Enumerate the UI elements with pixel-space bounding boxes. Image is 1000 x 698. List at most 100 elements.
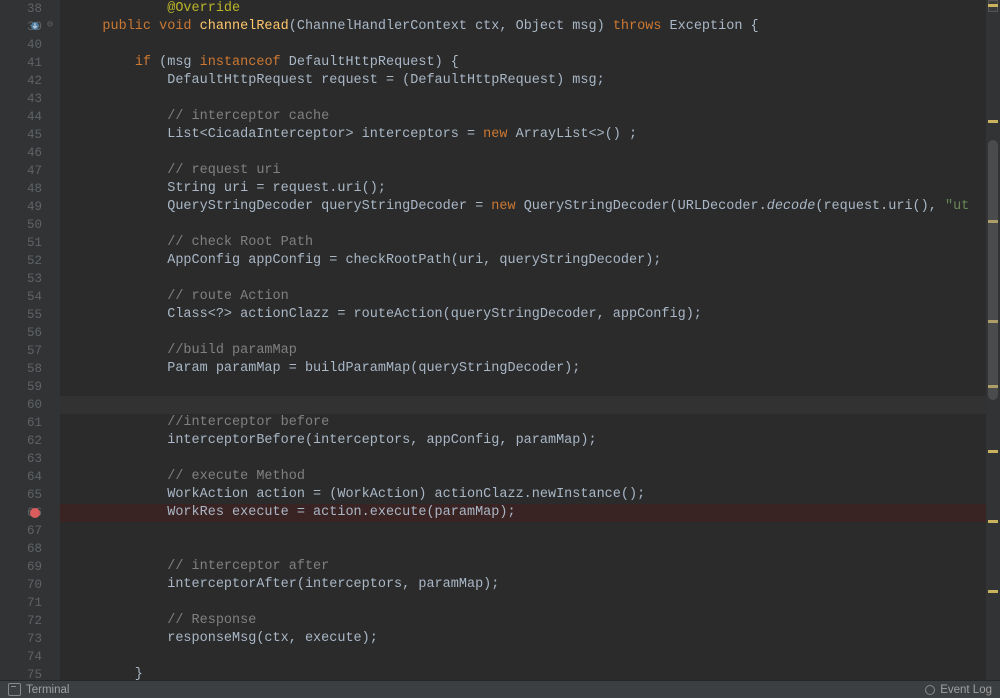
- code-line[interactable]: //interceptor before: [60, 414, 1000, 432]
- code-line[interactable]: [60, 450, 1000, 468]
- gutter-row[interactable]: 52: [0, 252, 60, 270]
- code-line[interactable]: String uri = request.uri();: [60, 180, 1000, 198]
- code-line[interactable]: [60, 144, 1000, 162]
- code-line[interactable]: // Response: [60, 612, 1000, 630]
- code-line[interactable]: // interceptor cache: [60, 108, 1000, 126]
- gutter-row[interactable]: 46: [0, 144, 60, 162]
- code-line[interactable]: List<CicadaInterceptor> interceptors = n…: [60, 126, 1000, 144]
- gutter-row[interactable]: 63: [0, 450, 60, 468]
- code-token: Param paramMap = buildParamMap(queryStri…: [70, 361, 580, 376]
- code-line[interactable]: [60, 540, 1000, 558]
- gutter-row[interactable]: 75: [0, 666, 60, 680]
- code-line[interactable]: Param paramMap = buildParamMap(queryStri…: [60, 360, 1000, 378]
- warning-stripe-mark[interactable]: [988, 120, 998, 123]
- gutter-row[interactable]: 40: [0, 36, 60, 54]
- terminal-icon[interactable]: [8, 683, 21, 696]
- gutter-row[interactable]: 54: [0, 288, 60, 306]
- editor[interactable]: 3839⊖40414243444546474849505152535455565…: [0, 0, 1000, 680]
- gutter-row[interactable]: 48: [0, 180, 60, 198]
- code-line[interactable]: public void channelRead(ChannelHandlerCo…: [60, 18, 1000, 36]
- code-line[interactable]: [60, 648, 1000, 666]
- code-line[interactable]: }: [60, 666, 1000, 680]
- gutter-row[interactable]: 50: [0, 216, 60, 234]
- code-line[interactable]: [60, 90, 1000, 108]
- gutter-row[interactable]: 56: [0, 324, 60, 342]
- code-line[interactable]: interceptorAfter(interceptors, paramMap)…: [60, 576, 1000, 594]
- warning-stripe-mark[interactable]: [988, 450, 998, 453]
- gutter-row[interactable]: 49: [0, 198, 60, 216]
- code-line[interactable]: [60, 396, 1000, 414]
- gutter-row[interactable]: 71: [0, 594, 60, 612]
- gutter-row[interactable]: 70: [0, 576, 60, 594]
- code-token: channelRead: [200, 19, 289, 34]
- code-line[interactable]: interceptorBefore(interceptors, appConfi…: [60, 432, 1000, 450]
- code-line[interactable]: Class<?> actionClazz = routeAction(query…: [60, 306, 1000, 324]
- gutter-row[interactable]: 66: [0, 504, 60, 522]
- code-line[interactable]: [60, 594, 1000, 612]
- warning-stripe-mark[interactable]: [988, 4, 998, 7]
- gutter-row[interactable]: 62: [0, 432, 60, 450]
- gutter-row[interactable]: 59: [0, 378, 60, 396]
- terminal-tool-window-button[interactable]: Terminal: [26, 684, 69, 696]
- code-line[interactable]: [60, 270, 1000, 288]
- code-line[interactable]: [60, 324, 1000, 342]
- code-line[interactable]: [60, 378, 1000, 396]
- code-line[interactable]: // request uri: [60, 162, 1000, 180]
- gutter-row[interactable]: 42: [0, 72, 60, 90]
- code-line[interactable]: responseMsg(ctx, execute);: [60, 630, 1000, 648]
- code-line[interactable]: // route Action: [60, 288, 1000, 306]
- gutter-row[interactable]: 45: [0, 126, 60, 144]
- code-token: interceptorAfter(interceptors, paramMap)…: [70, 577, 499, 592]
- fold-toggle-icon[interactable]: ⊖: [47, 21, 57, 31]
- breakpoint-icon[interactable]: [30, 508, 40, 518]
- code-line[interactable]: AppConfig appConfig = checkRootPath(uri,…: [60, 252, 1000, 270]
- gutter-row[interactable]: 53: [0, 270, 60, 288]
- code-token: new: [491, 199, 523, 214]
- event-log-icon[interactable]: [925, 685, 935, 695]
- gutter-row[interactable]: 55: [0, 306, 60, 324]
- gutter-row[interactable]: 72: [0, 612, 60, 630]
- gutter-row[interactable]: 39⊖: [0, 18, 60, 36]
- gutter-row[interactable]: 64: [0, 468, 60, 486]
- scrollbar-thumb[interactable]: [988, 140, 998, 400]
- code-line[interactable]: @Override: [60, 0, 1000, 18]
- code-line[interactable]: WorkAction action = (WorkAction) actionC…: [60, 486, 1000, 504]
- gutter-row[interactable]: 60: [0, 396, 60, 414]
- warning-stripe-mark[interactable]: [988, 520, 998, 523]
- code-line[interactable]: [60, 216, 1000, 234]
- gutter-row[interactable]: 67: [0, 522, 60, 540]
- gutter-row[interactable]: 51: [0, 234, 60, 252]
- gutter-row[interactable]: 61: [0, 414, 60, 432]
- event-log-button[interactable]: Event Log: [940, 684, 992, 696]
- gutter-row[interactable]: 58: [0, 360, 60, 378]
- code-token: WorkRes execute = action.execute(paramMa…: [70, 505, 516, 520]
- gutter-row[interactable]: 65: [0, 486, 60, 504]
- gutter-row[interactable]: 43: [0, 90, 60, 108]
- code-line[interactable]: DefaultHttpRequest request = (DefaultHtt…: [60, 72, 1000, 90]
- code-line[interactable]: // interceptor after: [60, 558, 1000, 576]
- code-line[interactable]: WorkRes execute = action.execute(paramMa…: [60, 504, 1000, 522]
- gutter-row[interactable]: 44: [0, 108, 60, 126]
- gutter-row[interactable]: 41: [0, 54, 60, 72]
- gutter-row[interactable]: 47: [0, 162, 60, 180]
- gutter-row[interactable]: 69: [0, 558, 60, 576]
- code-line[interactable]: // execute Method: [60, 468, 1000, 486]
- gutter-row[interactable]: 38: [0, 0, 60, 18]
- code-line[interactable]: if (msg instanceof DefaultHttpRequest) {: [60, 54, 1000, 72]
- code-token: "ut: [945, 199, 969, 214]
- gutter-row[interactable]: 74: [0, 648, 60, 666]
- code-line[interactable]: [60, 522, 1000, 540]
- code-area[interactable]: @Override public void channelRead(Channe…: [60, 0, 1000, 680]
- gutter-row[interactable]: 57: [0, 342, 60, 360]
- code-line[interactable]: [60, 36, 1000, 54]
- line-number: 72: [27, 614, 42, 628]
- gutter[interactable]: 3839⊖40414243444546474849505152535455565…: [0, 0, 60, 680]
- code-line[interactable]: QueryStringDecoder queryStringDecoder = …: [60, 198, 1000, 216]
- code-token: Class<?> actionClazz = routeAction(query…: [70, 307, 702, 322]
- gutter-row[interactable]: 68: [0, 540, 60, 558]
- code-line[interactable]: //build paramMap: [60, 342, 1000, 360]
- override-method-icon[interactable]: [30, 21, 40, 31]
- gutter-row[interactable]: 73: [0, 630, 60, 648]
- warning-stripe-mark[interactable]: [988, 590, 998, 593]
- code-line[interactable]: // check Root Path: [60, 234, 1000, 252]
